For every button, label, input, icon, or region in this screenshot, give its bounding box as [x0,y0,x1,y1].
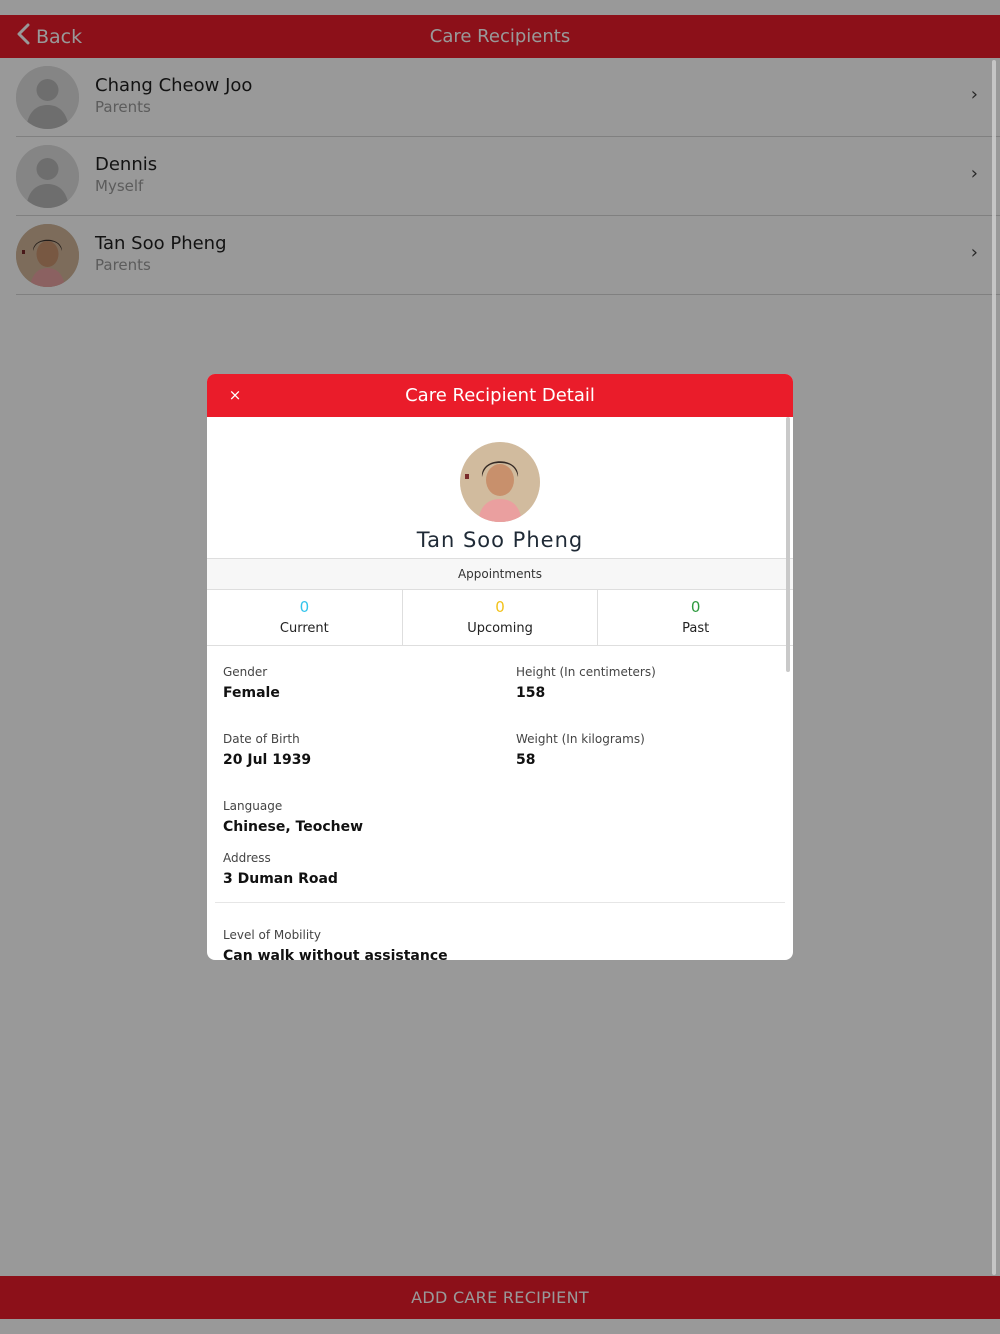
dob-label: Date of Birth [223,732,300,746]
upcoming-count: 0 [495,598,505,616]
current-count: 0 [299,598,310,616]
past-label: Past [682,621,710,636]
appointments-past[interactable]: 0 Past [597,590,793,645]
gender-label: Gender [223,665,268,679]
profile-photo [460,442,540,522]
language-value: Chinese, Teochew [223,819,364,835]
language-label: Language [223,799,283,813]
mobility-label: Level of Mobility [223,928,321,942]
address-value: 3 Duman Road [223,871,338,887]
modal-title: Care Recipient Detail [405,385,595,406]
weight-value: 58 [516,752,536,768]
profile-name: Tan Soo Pheng [416,528,584,552]
modal-header: × Care Recipient Detail [207,374,793,417]
upcoming-label: Upcoming [467,621,533,636]
modal-body[interactable]: Tan Soo Pheng Appointments 0 Current 0 U… [207,417,793,960]
appointments-upcoming[interactable]: 0 Upcoming [401,590,598,645]
mobility-value: Can walk without assistance [223,948,448,960]
appointments-summary: 0 Current 0 Upcoming 0 Past [207,590,793,646]
past-count: 0 [690,598,701,616]
weight-label: Weight (In kilograms) [516,732,645,746]
dob-value: 20 Jul 1939 [223,752,312,768]
appointments-current[interactable]: 0 Current [207,590,402,645]
modal-scrollbar[interactable] [786,417,790,672]
page-scrollbar[interactable] [992,60,996,1275]
gender-value: Female [223,685,280,701]
height-value: 158 [516,685,546,701]
current-label: Current [279,621,329,636]
care-recipient-detail-modal: × Care Recipient Detail Tan Soo Pheng Ap… [207,374,793,960]
address-label: Address [223,851,271,865]
section-divider [215,902,785,903]
height-label: Height (In centimeters) [516,665,656,679]
appointments-heading: Appointments [207,558,793,590]
